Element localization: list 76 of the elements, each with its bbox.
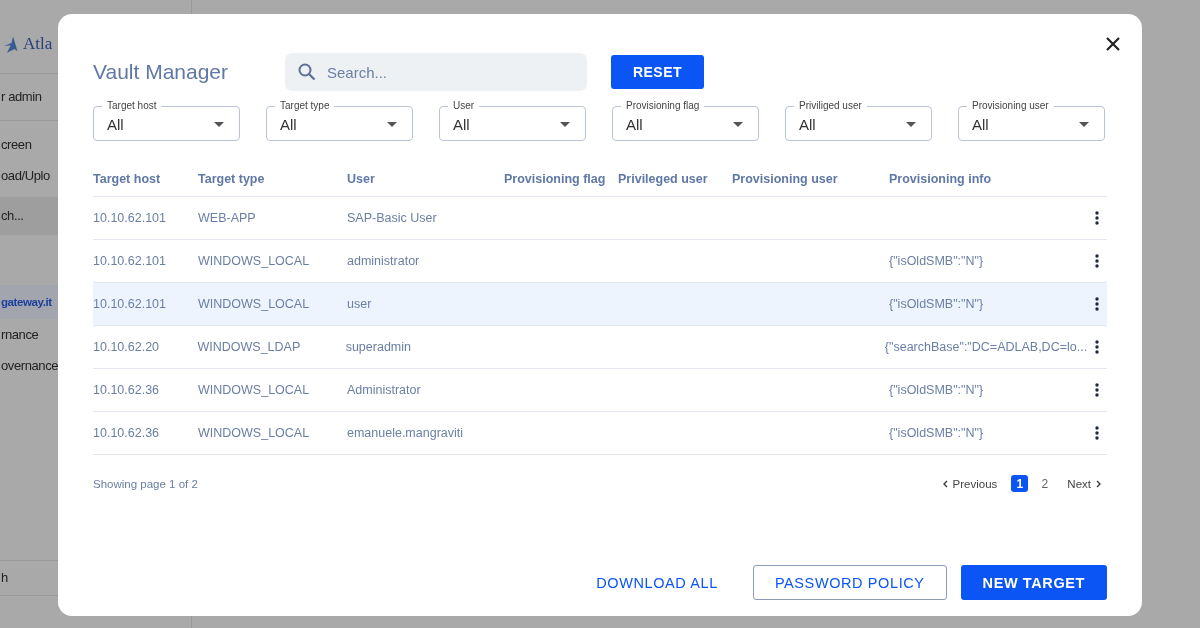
table-cell: administrator (347, 254, 420, 268)
more-icon[interactable] (1095, 254, 1099, 268)
reset-button[interactable]: RESET (611, 55, 704, 89)
dropdown-label: Priviliged user (794, 100, 867, 112)
column-header: Privileged user (618, 171, 709, 186)
column-header: Target type (198, 171, 266, 186)
caret-icon (1079, 122, 1089, 127)
table-cell: {"isOldSMB":"N"} (889, 426, 984, 440)
more-icon[interactable] (1095, 426, 1099, 440)
dropdown-value: All (453, 116, 470, 133)
dropdown-value: All (799, 116, 816, 133)
table-cell: 10.10.62.36 (93, 383, 160, 397)
table-cell: 10.10.62.101 (93, 254, 166, 268)
column-header: Provisioning user (732, 171, 839, 186)
filter-dropdown[interactable]: Priviliged user All (785, 99, 932, 141)
previous-button[interactable]: Previous (936, 477, 1004, 490)
dropdown-label: Provisioning flag (621, 100, 705, 112)
caret-icon (906, 122, 916, 127)
more-icon[interactable] (1095, 297, 1099, 311)
logo-text: Atla (23, 34, 53, 54)
table-cell: superadmin (345, 340, 411, 354)
dropdown-value: All (626, 116, 643, 133)
column-header: User (347, 171, 376, 186)
dropdown-value: All (280, 116, 297, 133)
table-cell: {"isOldSMB":"N"} (889, 254, 984, 268)
chevron-left-icon (942, 479, 948, 488)
more-icon[interactable] (1095, 340, 1100, 354)
table-cell: WEB-APP (198, 211, 256, 225)
caret-icon (733, 122, 743, 127)
policy-button[interactable]: PASSWORD POLICY (752, 565, 947, 600)
column-header: Provisioning flag (504, 171, 607, 186)
table-cell: 10.10.62.20 (93, 340, 160, 354)
more-icon[interactable] (1095, 383, 1099, 397)
table-cell: WINDOWS_LOCAL (198, 426, 310, 440)
page-button[interactable]: 2 (1036, 475, 1054, 492)
dropdown-value: All (972, 116, 989, 133)
dropdown-value: All (107, 116, 124, 133)
caret-icon (214, 122, 224, 127)
dropdown-label: User (448, 100, 480, 112)
filter-dropdown[interactable]: Provisioning user All (958, 99, 1105, 141)
table-cell: user (347, 297, 372, 311)
close-icon[interactable] (1105, 36, 1121, 52)
dropdown-label: Target type (275, 100, 335, 112)
dropdown-label: Provisioning user (967, 100, 1054, 112)
table-cell: WINDOWS_LOCAL (198, 297, 310, 311)
caret-icon (560, 122, 570, 127)
table-cell: WINDOWS_LOCAL (198, 254, 310, 268)
caret-icon (387, 122, 397, 127)
column-header: Target host (93, 171, 162, 186)
table-cell: 10.10.62.101 (93, 211, 166, 225)
table-cell: SAP-Basic User (347, 211, 437, 225)
table-cell: emanuele.mangraviti (347, 426, 464, 440)
table-cell: WINDOWS_LDAP (197, 340, 301, 354)
table-cell: {"isOldSMB":"N"} (889, 383, 984, 397)
dialog-title: Vault Manager (93, 60, 230, 84)
search-field[interactable]: Search... (285, 53, 587, 91)
chevron-right-icon (1096, 479, 1101, 488)
table-row[interactable]: 10.10.62.101 WINDOWS_LOCAL user {"isOldSMB":"N"} (93, 283, 1107, 326)
filter-dropdown[interactable]: User All (439, 99, 586, 141)
new-target-button[interactable]: NEW TARGET (960, 565, 1107, 600)
table-cell: {"searchBase":"DC=ADLAB,DC=lo... (884, 340, 1088, 354)
download-button[interactable]: DOWNLOAD ALL (575, 565, 739, 600)
page-info: Showing page 1 of 2 (93, 477, 198, 490)
next-button[interactable]: Next (1061, 477, 1107, 490)
table-cell: {"isOldSMB":"N"} (889, 297, 984, 311)
filter-dropdown[interactable]: Provisioning flag All (612, 99, 759, 141)
column-header: Provisioning info (889, 171, 993, 186)
table-cell: 10.10.62.101 (93, 297, 166, 311)
table-cell: 10.10.62.36 (93, 426, 160, 440)
table-cell: WINDOWS_LOCAL (198, 383, 310, 397)
filter-dropdown[interactable]: Target host All (93, 99, 240, 141)
dropdown-label: Target host (102, 100, 162, 112)
page-button[interactable]: 1 (1011, 475, 1029, 492)
more-icon[interactable] (1095, 211, 1099, 225)
table-cell: Administrator (347, 383, 421, 397)
filter-dropdown[interactable]: Target type All (266, 99, 413, 141)
